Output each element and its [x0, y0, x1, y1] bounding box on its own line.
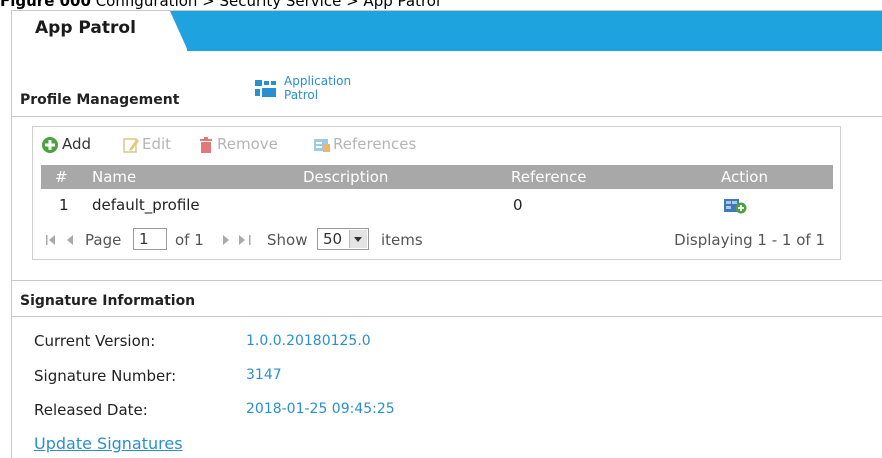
table-header: # Name Description Reference Action: [41, 165, 833, 189]
tab-label: App Patrol: [35, 18, 136, 38]
page-label: Page: [85, 231, 122, 249]
edit-button[interactable]: Edit: [122, 134, 182, 156]
add-icon: [42, 137, 58, 153]
signature-number-value: 3147: [246, 367, 282, 383]
update-signatures-link[interactable]: Update Signatures: [34, 434, 183, 453]
application-patrol-link-line2: Patrol: [284, 88, 319, 102]
page-number-value: 1: [139, 230, 149, 248]
section-divider: [12, 316, 882, 317]
signature-information-title: Signature Information: [20, 293, 196, 309]
section-divider: [12, 116, 882, 117]
column-header-reference[interactable]: Reference: [511, 168, 587, 186]
add-button[interactable]: Add: [41, 134, 109, 156]
signature-number-label: Signature Number:: [34, 367, 177, 385]
trash-icon: [200, 137, 212, 153]
current-version-value: 1.0.0.20180125.0: [246, 333, 371, 349]
column-header-index: #: [55, 168, 68, 186]
table-row[interactable]: 1 default_profile 0: [41, 194, 833, 218]
remove-button-label: Remove: [217, 135, 278, 153]
references-icon: [314, 139, 330, 152]
row-index: 1: [59, 196, 69, 214]
pager-next-last-icons[interactable]: [219, 233, 253, 247]
page-size-value: 50: [323, 230, 343, 248]
pager-first-prev-icons[interactable]: [45, 233, 77, 247]
displaying-summary: Displaying 1 - 1 of 1: [674, 231, 825, 249]
edit-button-label: Edit: [142, 135, 172, 153]
add-button-label: Add: [62, 135, 92, 153]
references-button[interactable]: References: [313, 134, 443, 156]
application-patrol-icon: [255, 80, 276, 97]
items-label: items: [381, 231, 423, 249]
profile-table-panel: Add Edit Remove References # Name Descri…: [32, 126, 841, 260]
column-header-name[interactable]: Name: [92, 168, 136, 186]
profile-management-title: Profile Management: [20, 92, 180, 108]
remove-button[interactable]: Remove: [197, 134, 297, 156]
current-version-label: Current Version:: [34, 332, 156, 350]
row-reference: 0: [513, 196, 523, 214]
references-button-label: References: [333, 135, 417, 153]
application-patrol-link-line1: Application: [284, 74, 352, 88]
released-date-value: 2018-01-25 09:45:25: [246, 401, 395, 417]
page-size-select[interactable]: 50: [317, 228, 369, 250]
page-of-label: of 1: [175, 231, 204, 249]
pagination-bar: Page 1 of 1 Show 50 items Displaying 1 -…: [41, 227, 833, 253]
column-header-action: Action: [721, 168, 768, 186]
section-divider: [12, 280, 882, 281]
activate-profile-icon[interactable]: [723, 197, 747, 215]
released-date-label: Released Date:: [34, 401, 148, 419]
chevron-down-icon: [349, 230, 367, 248]
figure-caption: Figure 000 Configuration > Security Serv…: [0, 0, 882, 10]
figure-number: Figure 000: [0, 0, 91, 10]
figure-caption-text: Configuration > Security Service > App P…: [90, 0, 441, 10]
show-label: Show: [267, 231, 308, 249]
row-name: default_profile: [92, 196, 200, 214]
tab-app-patrol[interactable]: App Patrol: [12, 11, 187, 51]
column-header-description[interactable]: Description: [303, 168, 388, 186]
page-number-input[interactable]: 1: [133, 228, 167, 250]
edit-icon: [123, 138, 139, 153]
